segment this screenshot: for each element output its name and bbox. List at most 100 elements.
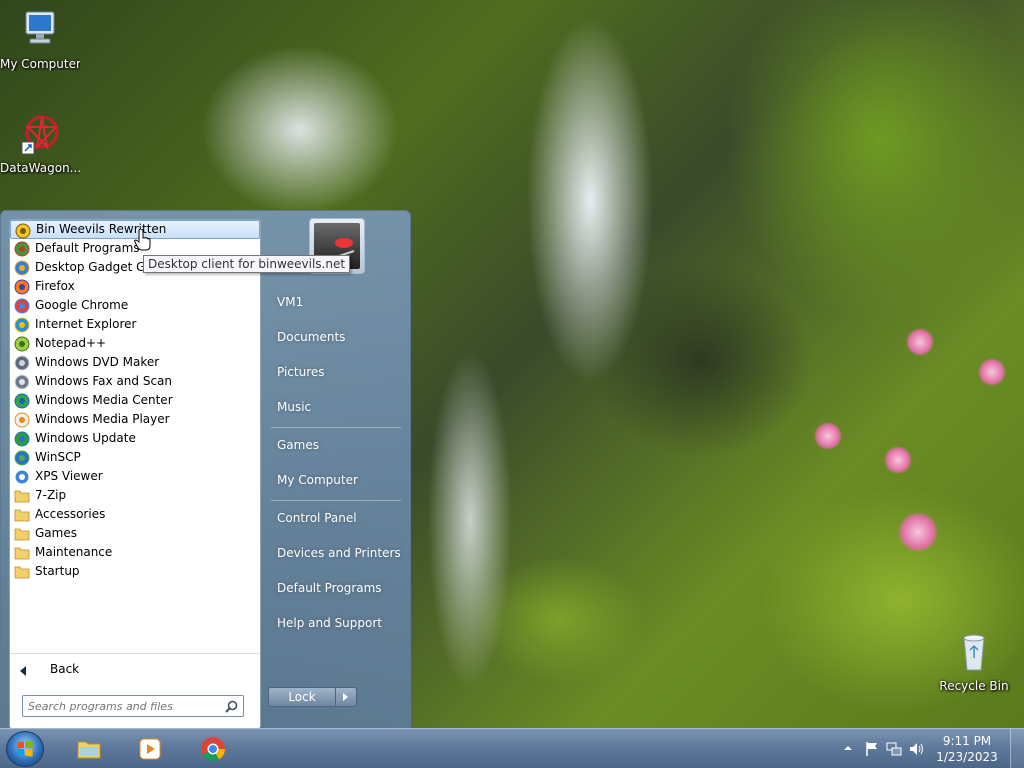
search-icon[interactable] (225, 700, 238, 713)
back-label: Back (50, 662, 80, 676)
programs-pane: Bin Weevils Rewritten Default Programs Des… (9, 219, 261, 729)
xps-viewer-icon (14, 469, 30, 485)
action-center-flag-icon[interactable] (864, 741, 880, 757)
windows-logo-icon (17, 740, 33, 757)
wallpaper-flower (898, 512, 938, 552)
program-label: WinSCP (35, 450, 81, 464)
desktop-icon-label: My Computer (0, 57, 80, 71)
right-pane-my-computer[interactable]: My Computer (275, 465, 403, 495)
program-item[interactable]: Games (10, 524, 260, 543)
wallpaper-flower (884, 446, 912, 474)
winscp-icon (14, 450, 30, 466)
program-label: Games (35, 526, 77, 540)
wallpaper-flower (978, 358, 1006, 386)
program-item[interactable]: WinSCP (10, 448, 260, 467)
right-pane-user[interactable]: VM1 (275, 287, 403, 317)
taskbar-windows-explorer[interactable] (62, 732, 114, 766)
right-pane-control-panel[interactable]: Control Panel (275, 503, 403, 533)
right-pane-music[interactable]: Music (275, 392, 403, 422)
program-label: Accessories (35, 507, 106, 521)
program-label: Notepad++ (35, 336, 107, 350)
program-label: Windows Media Center (35, 393, 173, 407)
desktop-icon-recycle-bin[interactable]: Recycle Bin (934, 630, 1014, 693)
default-programs-icon (14, 241, 30, 257)
taskbar: 9:11 PM 1/23/2023 (0, 728, 1024, 768)
search-box[interactable] (22, 695, 244, 717)
clock[interactable]: 9:11 PM 1/23/2023 (932, 733, 1002, 765)
program-label: Google Chrome (35, 298, 129, 312)
lock-button[interactable]: Lock (268, 687, 336, 707)
show-hidden-icons-arrow-icon[interactable] (844, 744, 852, 752)
internet-explorer-icon (14, 317, 30, 333)
my-computer-icon (25, 11, 55, 44)
folder-icon (14, 528, 30, 541)
chevron-right-icon (343, 693, 348, 701)
right-pane-games[interactable]: Games (275, 430, 403, 460)
right-pane-default-programs[interactable]: Default Programs (275, 573, 403, 603)
taskbar-media-player[interactable] (123, 732, 175, 766)
network-icon[interactable] (886, 741, 902, 757)
taskbar-chrome[interactable] (186, 732, 238, 766)
start-button[interactable] (6, 731, 44, 767)
folder-icon (14, 547, 30, 560)
program-item[interactable]: Notepad++ (10, 334, 260, 353)
program-item[interactable]: Windows Media Player (10, 410, 260, 429)
right-pane-pictures[interactable]: Pictures (275, 357, 403, 387)
wallpaper-flower (906, 328, 934, 356)
program-label: Windows Fax and Scan (35, 374, 173, 388)
program-list: Bin Weevils Rewritten Default Programs Des… (10, 220, 260, 581)
program-item[interactable]: 7-Zip (10, 486, 260, 505)
program-label: XPS Viewer (35, 469, 103, 483)
fax-scan-icon (14, 374, 30, 390)
folder-icon (14, 490, 30, 503)
program-item[interactable]: Startup (10, 562, 260, 581)
volume-icon[interactable] (908, 741, 924, 757)
wallpaper-flower (814, 422, 842, 450)
program-label: Windows Update (35, 431, 136, 445)
right-pane-documents[interactable]: Documents (275, 322, 403, 352)
desktop-icon-datawagon[interactable]: DataWagon... (0, 112, 80, 175)
right-pane-help-support[interactable]: Help and Support (275, 608, 403, 638)
program-label: Windows Media Player (35, 412, 170, 426)
notepad-plus-plus-icon (14, 336, 30, 352)
program-item[interactable]: Maintenance (10, 543, 260, 562)
program-item[interactable]: Windows Update (10, 429, 260, 448)
program-item[interactable]: XPS Viewer (10, 467, 260, 486)
windows-update-icon (14, 431, 30, 447)
search-input[interactable] (28, 697, 218, 715)
hand-cursor-icon (134, 229, 151, 251)
chrome-icon (14, 298, 30, 314)
folder-icon (14, 509, 30, 522)
media-player-icon (139, 738, 161, 760)
datawagon-shortcut-icon (21, 115, 59, 155)
program-item[interactable]: Windows Fax and Scan (10, 372, 260, 391)
program-label: Default Programs (35, 241, 140, 255)
gadget-gallery-icon (14, 260, 30, 276)
right-pane-separator (271, 427, 401, 428)
program-item[interactable]: Windows DVD Maker (10, 353, 260, 372)
right-pane-devices-printers[interactable]: Devices and Printers (275, 538, 403, 568)
dvd-maker-icon (14, 355, 30, 371)
program-item[interactable]: Accessories (10, 505, 260, 524)
program-item[interactable]: Internet Explorer (10, 315, 260, 334)
shutdown-options-button[interactable] (336, 687, 357, 707)
program-label: Internet Explorer (35, 317, 137, 331)
back-button[interactable]: Back (10, 653, 260, 687)
clock-date: 1/23/2023 (936, 750, 998, 764)
clock-time: 9:11 PM (942, 734, 992, 748)
program-label: Desktop Gadget Gall (35, 260, 160, 274)
media-player-icon (14, 412, 30, 428)
system-tray: 9:11 PM 1/23/2023 (834, 729, 1024, 768)
windows-explorer-icon (77, 741, 101, 759)
desktop-icon-my-computer[interactable]: My Computer (0, 8, 80, 71)
show-desktop-button[interactable] (1010, 729, 1024, 768)
firefox-icon (14, 279, 30, 295)
chrome-icon (201, 737, 225, 762)
back-arrow-icon (20, 666, 26, 676)
folder-icon (14, 566, 30, 579)
program-item[interactable]: Google Chrome (10, 296, 260, 315)
program-item[interactable]: Firefox (10, 277, 260, 296)
program-item[interactable]: Windows Media Center (10, 391, 260, 410)
bin-weevils-icon (15, 223, 31, 239)
start-menu: Bin Weevils Rewritten Default Programs Des… (0, 210, 411, 729)
